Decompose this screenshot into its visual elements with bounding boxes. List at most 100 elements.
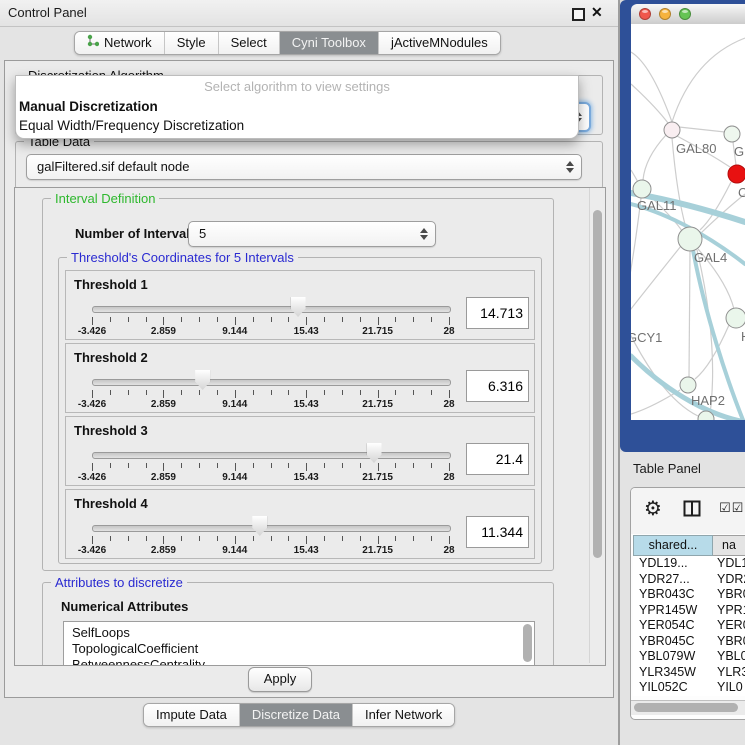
table-row[interactable]: YIL052CYIL0 xyxy=(633,680,745,696)
table-row[interactable]: YBR043CYBR0 xyxy=(633,587,745,603)
network-node-gal4[interactable] xyxy=(678,227,702,251)
table-row[interactable]: YBL079WYBL0 xyxy=(633,649,745,665)
table-row[interactable]: YDL19...YDL1 xyxy=(633,556,745,572)
table-row[interactable]: YER054CYER0 xyxy=(633,618,745,634)
network-node-c[interactable] xyxy=(728,165,745,183)
table-row[interactable]: YPR145WYPR1 xyxy=(633,603,745,619)
float-window-icon[interactable] xyxy=(572,8,585,21)
network-node-h[interactable] xyxy=(726,308,745,328)
threshold-value-field[interactable] xyxy=(466,297,529,329)
attribute-item-betweennesscentrality[interactable]: BetweennessCentrality xyxy=(64,657,534,666)
tab-infer-network[interactable]: Infer Network xyxy=(352,704,454,726)
network-edge[interactable] xyxy=(679,127,725,132)
table-row[interactable]: YBR045CYBR0 xyxy=(633,634,745,650)
network-node-g[interactable] xyxy=(724,126,740,142)
apply-button[interactable]: Apply xyxy=(248,667,312,692)
tab-impute-data[interactable]: Impute Data xyxy=(144,704,239,726)
attribute-item-selfloops[interactable]: SelfLoops xyxy=(64,625,534,641)
column-header-name[interactable]: na xyxy=(713,535,745,556)
cell-name[interactable]: YPR1 xyxy=(713,603,745,619)
slider-track[interactable] xyxy=(92,306,451,313)
minimize-traffic-light[interactable] xyxy=(659,8,671,20)
cell-shared-name[interactable]: YLR345W xyxy=(633,665,713,681)
algorithm-option-equal-width-frequency-discretization[interactable]: Equal Width/Frequency Discretization xyxy=(16,116,578,135)
network-edge[interactable] xyxy=(631,246,681,314)
table-row[interactable]: YLR345WYLR3 xyxy=(633,665,745,681)
tab-jactivemnodules[interactable]: jActiveMNodules xyxy=(378,32,500,54)
network-edge[interactable] xyxy=(689,251,690,377)
network-edge[interactable] xyxy=(700,182,731,230)
table-panel-title: Table Panel xyxy=(633,456,701,482)
cell-name[interactable]: YDL1 xyxy=(713,556,745,572)
network-edge[interactable] xyxy=(631,84,668,123)
numerical-attributes-list[interactable]: SelfLoopsTopologicalCoefficientBetweenne… xyxy=(63,621,535,666)
cell-name[interactable]: YDR2 xyxy=(713,572,745,588)
network-node-hap2[interactable] xyxy=(680,377,696,393)
threshold-value-field[interactable] xyxy=(466,370,529,402)
cell-shared-name[interactable]: YPR145W xyxy=(633,603,713,619)
table-row[interactable]: YDR27...YDR2 xyxy=(633,572,745,588)
cell-name[interactable]: YIL0 xyxy=(713,680,745,696)
network-node-gal80[interactable] xyxy=(664,122,680,138)
table-header-row: shared... na xyxy=(633,535,745,556)
cell-shared-name[interactable]: YER054C xyxy=(633,618,713,634)
threshold-value-field[interactable] xyxy=(466,516,529,548)
zoom-traffic-light[interactable] xyxy=(679,8,691,20)
list-scrollbar-thumb[interactable] xyxy=(523,624,532,662)
close-traffic-light[interactable] xyxy=(639,8,651,20)
cell-shared-name[interactable]: YBL079W xyxy=(633,649,713,665)
network-edge[interactable] xyxy=(643,135,666,180)
slider-thumb[interactable] xyxy=(195,370,210,390)
slider-thumb[interactable] xyxy=(367,443,382,463)
attribute-item-topologicalcoefficient[interactable]: TopologicalCoefficient xyxy=(64,641,534,657)
column-header-shared-name[interactable]: shared... xyxy=(633,535,713,556)
network-edge[interactable] xyxy=(672,38,745,122)
slider-ticks xyxy=(92,390,449,399)
cell-name[interactable]: YBL0 xyxy=(713,649,745,665)
attributes-group-label: Attributes to discretize xyxy=(51,575,187,590)
network-node-label: GAL11 xyxy=(637,198,677,213)
cell-name[interactable]: YBR0 xyxy=(713,587,745,603)
network-node-gal11[interactable] xyxy=(633,180,651,198)
close-icon[interactable]: ✕ xyxy=(591,4,603,21)
tab-select[interactable]: Select xyxy=(218,32,279,54)
cell-shared-name[interactable]: YBR045C xyxy=(633,634,713,650)
table-horizontal-scrollbar[interactable] xyxy=(631,700,745,715)
tab-discretize-data[interactable]: Discretize Data xyxy=(239,704,352,726)
select-columns-icon[interactable]: ☑☑ xyxy=(719,501,744,516)
cell-shared-name[interactable]: YBR043C xyxy=(633,587,713,603)
algorithm-option-manual-discretization[interactable]: Manual Discretization xyxy=(16,97,578,116)
gear-icon[interactable]: ⚙ xyxy=(644,496,662,520)
number-of-intervals-combobox[interactable]: 5 xyxy=(188,221,436,247)
cell-name[interactable]: YLR3 xyxy=(713,665,745,681)
network-window-titlebar[interactable] xyxy=(631,4,745,25)
tab-style[interactable]: Style xyxy=(164,32,218,54)
panel-scrollbar-thumb[interactable] xyxy=(593,210,602,558)
slider-track[interactable] xyxy=(92,452,451,459)
table-scrollbar-thumb[interactable] xyxy=(634,703,738,712)
cell-shared-name[interactable]: YDL19... xyxy=(633,556,713,572)
slider-thumb[interactable] xyxy=(291,297,306,317)
network-edge[interactable] xyxy=(631,390,680,414)
cell-name[interactable]: YBR0 xyxy=(713,634,745,650)
split-columns-icon[interactable] xyxy=(683,500,701,522)
threshold-4-panel: Threshold 4-3.4262.8599.14415.4321.71528 xyxy=(65,489,535,559)
slider-thumb[interactable] xyxy=(252,516,267,536)
network-canvas[interactable]: GAL80GCGAL11GAL4GCY1HHAP2 xyxy=(631,24,745,420)
table-data-combobox[interactable]: galFiltered.sif default node xyxy=(26,154,582,180)
panel-scrollbar[interactable] xyxy=(589,188,605,663)
slider-track[interactable] xyxy=(92,379,451,386)
network-edge[interactable] xyxy=(631,52,672,122)
combo-stepper-icon[interactable] xyxy=(566,161,574,173)
tab-cyni-toolbox[interactable]: Cyni Toolbox xyxy=(279,32,378,54)
slider-track[interactable] xyxy=(92,525,451,532)
top-tab-bar: NetworkStyleSelectCyni ToolboxjActiveMNo… xyxy=(74,31,501,55)
threshold-value-field[interactable] xyxy=(466,443,529,475)
cell-name[interactable]: YER0 xyxy=(713,618,745,634)
cell-shared-name[interactable]: YIL052C xyxy=(633,680,713,696)
cell-shared-name[interactable]: YDR27... xyxy=(633,572,713,588)
threshold-label: Threshold 3 xyxy=(74,423,148,438)
network-edge[interactable] xyxy=(631,198,641,312)
tab-network[interactable]: Network xyxy=(75,32,164,54)
combo-stepper-icon[interactable] xyxy=(420,228,428,240)
